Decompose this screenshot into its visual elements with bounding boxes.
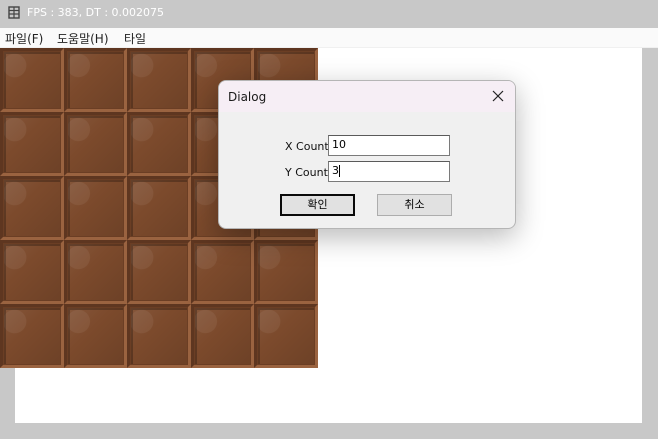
dialog-titlebar[interactable]: Dialog xyxy=(219,81,515,112)
text-caret xyxy=(339,165,340,177)
menu-bar: 파일(F) 도움말(H) 타일 xyxy=(0,28,658,48)
menu-file[interactable]: 파일(F) xyxy=(5,30,43,47)
map-tile[interactable] xyxy=(0,176,64,240)
app-icon xyxy=(8,6,20,19)
map-tile[interactable] xyxy=(190,240,255,304)
map-tile[interactable] xyxy=(63,112,128,176)
map-tile[interactable] xyxy=(63,48,128,112)
close-icon[interactable] xyxy=(489,87,507,105)
x-count-value: 10 xyxy=(332,138,346,151)
map-tile[interactable] xyxy=(63,304,128,368)
x-count-input[interactable]: 10 xyxy=(328,135,450,156)
window-titlebar[interactable]: FPS : 383, DT : 0.002075 xyxy=(0,0,658,28)
map-tile[interactable] xyxy=(0,112,64,176)
menu-tile[interactable]: 타일 xyxy=(124,30,146,47)
menu-help[interactable]: 도움말(H) xyxy=(57,30,109,47)
map-tile[interactable] xyxy=(190,304,255,368)
map-tile[interactable] xyxy=(63,240,128,304)
map-tile[interactable] xyxy=(127,48,191,112)
map-tile[interactable] xyxy=(254,240,318,304)
count-dialog: Dialog X Count 10 Y Count 3 확인 취소 xyxy=(218,80,516,229)
window-title: FPS : 383, DT : 0.002075 xyxy=(27,6,165,19)
map-tile[interactable] xyxy=(127,112,191,176)
ok-button[interactable]: 확인 xyxy=(280,194,355,216)
map-tile[interactable] xyxy=(127,304,191,368)
map-tile[interactable] xyxy=(63,176,128,240)
map-tile[interactable] xyxy=(0,240,64,304)
x-count-label: X Count xyxy=(285,140,329,153)
map-tile[interactable] xyxy=(127,176,191,240)
y-count-input[interactable]: 3 xyxy=(328,161,450,182)
map-tile[interactable] xyxy=(127,240,191,304)
map-tile[interactable] xyxy=(0,304,64,368)
dialog-title: Dialog xyxy=(228,90,267,104)
y-count-label: Y Count xyxy=(285,166,328,179)
y-count-value: 3 xyxy=(332,164,339,177)
map-tile[interactable] xyxy=(254,304,318,368)
map-tile[interactable] xyxy=(0,48,64,112)
cancel-button[interactable]: 취소 xyxy=(377,194,452,216)
